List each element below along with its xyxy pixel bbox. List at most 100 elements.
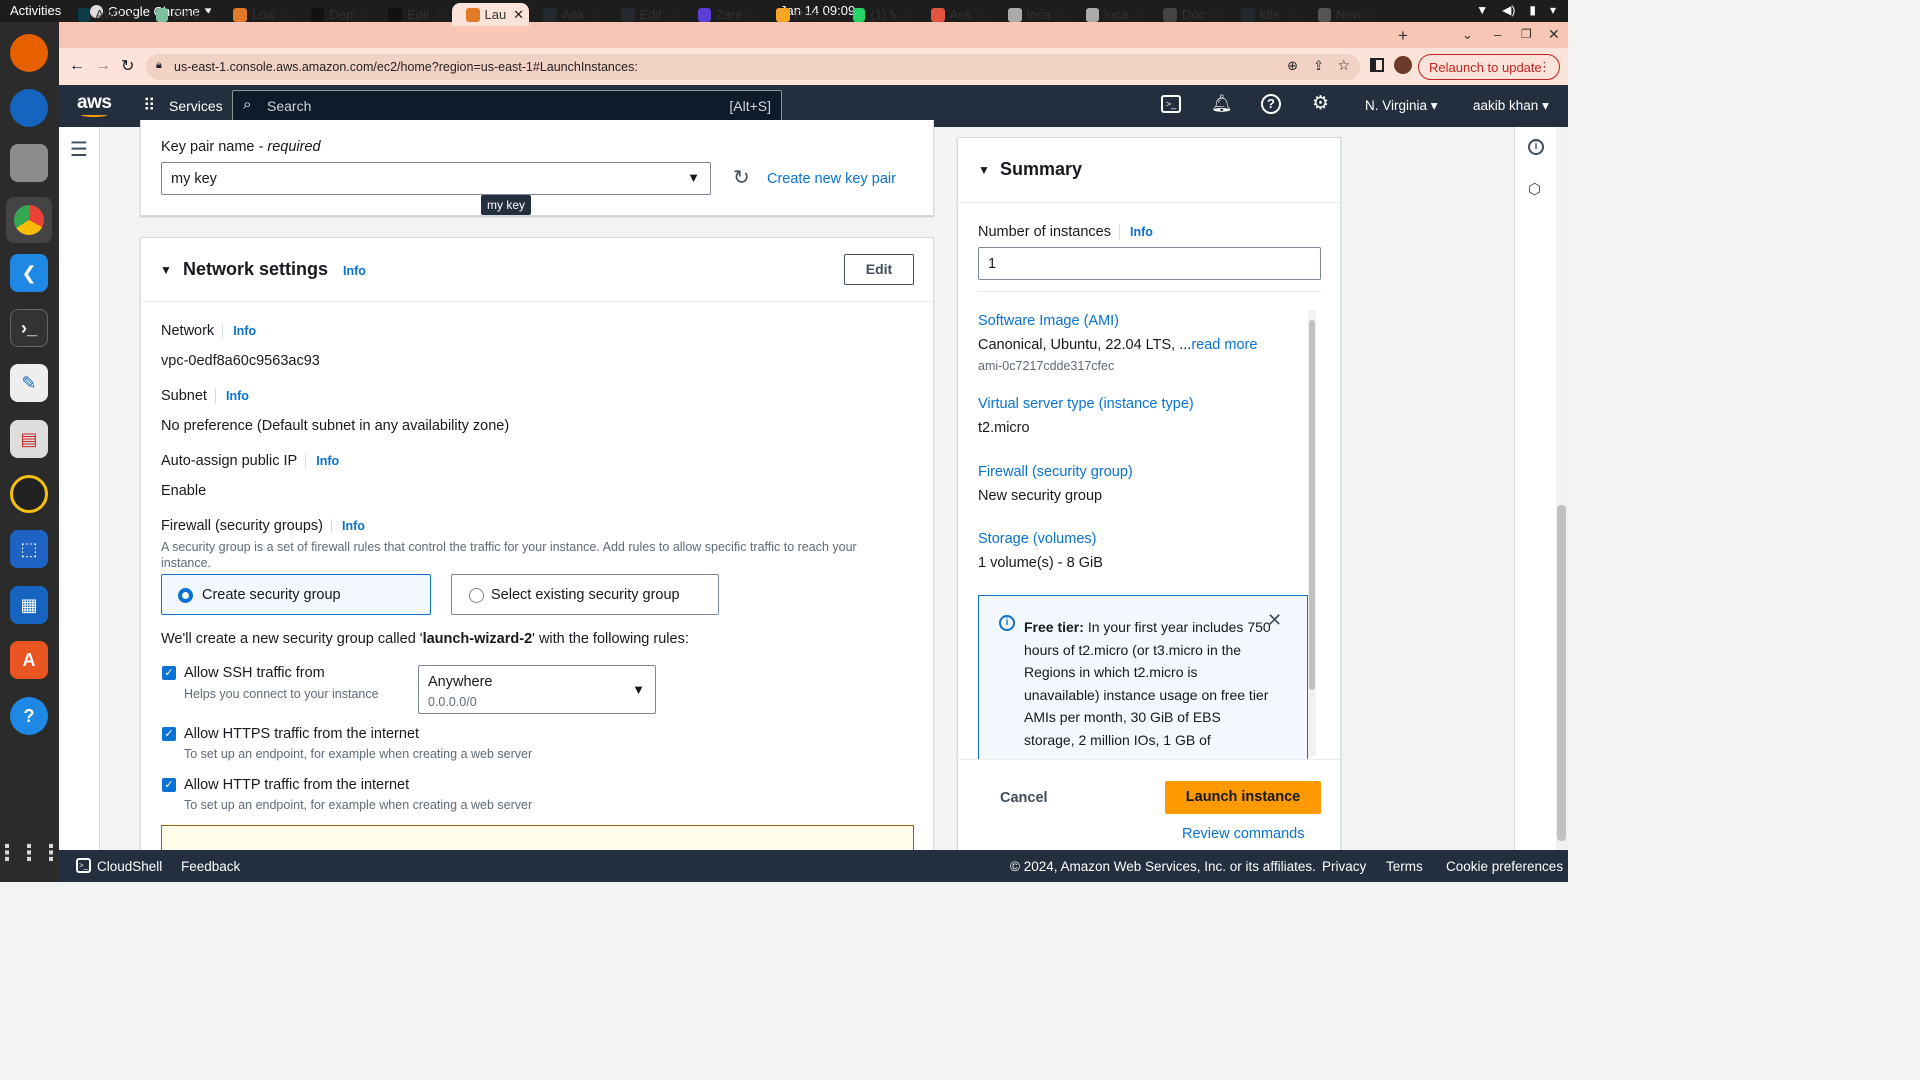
tab-close-icon[interactable]: ✕ [436, 7, 452, 23]
lock-icon[interactable]: 🔒︎ [156, 59, 162, 72]
storage-link[interactable]: Storage (volumes) [978, 531, 1096, 547]
window-close-button[interactable]: ✕ [1548, 26, 1560, 43]
zoom-icon[interactable]: ⊕ [1287, 58, 1298, 74]
tab-close-icon[interactable]: ✕ [203, 7, 219, 23]
services-grid-icon[interactable]: ⠿ [143, 96, 156, 116]
instances-info-link[interactable]: Info [1118, 225, 1153, 239]
reload-icon[interactable]: ↻ [121, 56, 134, 76]
tab-close-icon[interactable]: ✕ [513, 7, 529, 23]
browser-tab[interactable]: k8s ✕ [1227, 3, 1305, 26]
browser-tab[interactable]: Rec ✕ [762, 3, 840, 26]
browser-tab[interactable]: loca ✕ [1072, 3, 1150, 26]
help-icon[interactable]: ? [1261, 94, 1281, 114]
tab-close-icon[interactable]: ✕ [746, 7, 762, 23]
browser-tab[interactable]: Aak ✕ [529, 3, 607, 26]
browser-tab[interactable]: Zara ✕ [684, 3, 762, 26]
browser-tab[interactable]: New ✕ [1304, 3, 1382, 26]
tab-close-icon[interactable]: ✕ [823, 7, 839, 23]
restore-button[interactable]: ❐ [1521, 27, 1532, 41]
tab-close-icon[interactable]: ✕ [281, 7, 297, 23]
back-icon[interactable]: ← [69, 57, 85, 75]
browser-tab[interactable]: Ask ✕ [917, 3, 995, 26]
firefox-icon[interactable] [10, 34, 48, 72]
browser-tab[interactable]: Loa ✕ [219, 3, 297, 26]
browser-tab[interactable]: Dep ✕ [297, 3, 375, 26]
share-icon[interactable]: ⇪ [1313, 58, 1324, 74]
instances-input[interactable]: 1 [978, 247, 1321, 280]
firewall-info-link[interactable]: Info [330, 519, 365, 533]
terms-link[interactable]: Terms [1386, 859, 1423, 874]
tab-close-icon[interactable]: ✕ [668, 7, 684, 23]
omnibox[interactable]: 🔒︎ us-east-1.console.aws.amazon.com/ec2/… [146, 54, 1360, 80]
terminal-icon[interactable]: ›_ [10, 309, 48, 347]
network-field-info-link[interactable]: Info [222, 324, 257, 338]
browser-tab[interactable]: AWS ✕ [64, 3, 142, 26]
review-commands-link[interactable]: Review commands [1182, 826, 1305, 842]
select-existing-security-group-option[interactable]: Select existing security group [451, 574, 719, 615]
help-icon[interactable]: ? [10, 697, 48, 735]
create-security-group-option[interactable]: Create security group [161, 574, 431, 615]
forward-icon[interactable]: → [95, 57, 111, 75]
rhythmbox-icon[interactable] [10, 475, 48, 513]
browser-tab[interactable]: Git F ✕ [142, 3, 220, 26]
hamburger-menu-icon[interactable]: ☰ [70, 137, 88, 162]
browser-tab[interactable]: (1) V ✕ [839, 3, 917, 26]
ssh-checkbox[interactable]: ✓ [162, 666, 176, 680]
subnet-info-link[interactable]: Info [214, 389, 249, 403]
aws-logo[interactable]: aws [77, 92, 112, 114]
public-ip-info-link[interactable]: Info [305, 454, 340, 468]
ssh-source-select[interactable]: Anywhere 0.0.0.0/0 ▼ [418, 665, 656, 714]
cloudshell-button[interactable]: CloudShell [97, 859, 162, 874]
tab-close-icon[interactable]: ✕ [591, 7, 607, 23]
tab-close-icon[interactable]: ✕ [978, 7, 994, 23]
network-info-link[interactable]: Info [343, 264, 366, 278]
minimize-button[interactable]: – [1494, 27, 1501, 42]
new-tab-button[interactable]: + [1398, 26, 1408, 46]
settings-gear-icon[interactable]: ⚙ [1312, 92, 1329, 115]
search-input[interactable]: ⌕ Search [Alt+S] [232, 90, 782, 121]
page-scrollbar[interactable] [1556, 127, 1568, 850]
browser-tab[interactable]: Edit ✕ [607, 3, 685, 26]
cookie-preferences-link[interactable]: Cookie preferences [1446, 859, 1563, 874]
summary-scrollbar[interactable] [1308, 310, 1316, 756]
chrome-dock-icon[interactable] [6, 197, 52, 243]
refresh-icon[interactable]: ↻ [733, 165, 750, 190]
files-icon[interactable] [10, 144, 48, 182]
browser-tab[interactable]: Edit ✕ [374, 3, 452, 26]
browser-tab[interactable]: loca ✕ [994, 3, 1072, 26]
services-menu[interactable]: Services [169, 98, 223, 114]
browser-tab[interactable]: Doc ✕ [1149, 3, 1227, 26]
http-checkbox[interactable]: ✓ [162, 778, 176, 792]
profile-avatar[interactable] [1394, 56, 1412, 74]
tab-search-button[interactable]: ⌄ [1462, 27, 1473, 43]
info-panel-icon[interactable]: i [1528, 139, 1544, 155]
text-editor-icon[interactable]: ✎ [10, 364, 48, 402]
relaunch-button[interactable]: Relaunch to update ⋮ [1418, 54, 1560, 80]
tab-close-icon[interactable]: ✕ [1056, 7, 1072, 23]
activities-button[interactable]: Activities [10, 3, 61, 18]
https-checkbox[interactable]: ✓ [162, 727, 176, 741]
libreoffice-writer-icon[interactable]: ▦ [10, 586, 48, 624]
key-pair-select[interactable]: my key ▼ [161, 162, 711, 195]
tab-close-icon[interactable]: ✕ [1288, 7, 1304, 23]
instance-type-link[interactable]: Virtual server type (instance type) [978, 396, 1194, 412]
tab-close-icon[interactable]: ✕ [126, 7, 142, 23]
collapse-caret-icon[interactable]: ▼ [978, 163, 990, 177]
cloudshell-icon[interactable]: >_ [1161, 95, 1181, 113]
edit-button[interactable]: Edit [844, 254, 914, 285]
document-viewer-icon[interactable]: ▤ [10, 420, 48, 458]
software-center-icon[interactable]: A [10, 641, 48, 679]
tab-close-icon[interactable]: ✕ [1211, 7, 1227, 23]
account-menu[interactable]: aakib khan ▾ [1473, 98, 1549, 114]
collapse-caret-icon[interactable]: ▼ [160, 263, 172, 277]
region-selector[interactable]: N. Virginia ▾ [1365, 98, 1438, 114]
ami-link[interactable]: Software Image (AMI) [978, 313, 1119, 329]
tab-close-icon[interactable]: ✕ [1133, 7, 1149, 23]
tab-close-icon[interactable]: ✕ [1366, 7, 1382, 23]
feedback-button[interactable]: Feedback [181, 859, 240, 874]
system-tray[interactable]: ▼ ◀) ▮ ▾ [1476, 3, 1556, 17]
vscode-icon[interactable]: ❮ [10, 254, 48, 292]
summary-scrollbar-thumb[interactable] [1309, 320, 1315, 690]
cancel-button[interactable]: Cancel [1000, 790, 1048, 806]
dismiss-close-icon[interactable]: ✕ [1267, 610, 1282, 631]
